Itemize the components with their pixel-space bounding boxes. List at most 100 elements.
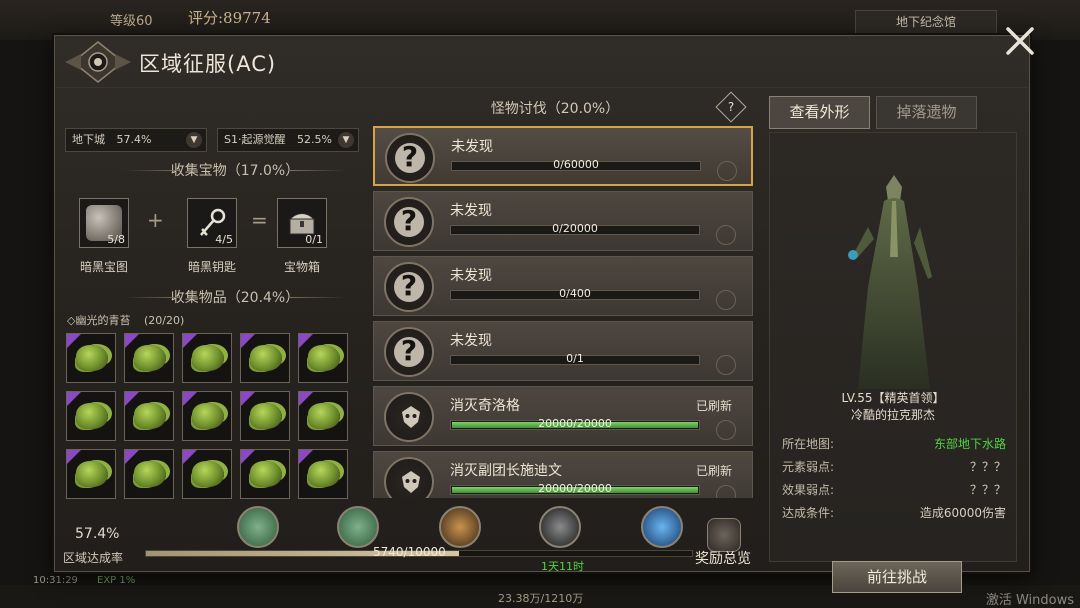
dungeon-select[interactable]: 地下城 57.4% ▼ xyxy=(65,128,207,152)
rarity-marker xyxy=(241,450,255,464)
milestone-reward-3-icon[interactable] xyxy=(439,506,481,548)
monster-row[interactable]: 消灭副团长施迪文 已刷新 20000/20000 xyxy=(373,451,753,498)
collection-item-moss[interactable] xyxy=(182,449,232,499)
milestone-reward-2-icon[interactable] xyxy=(337,506,379,548)
collection-item-moss[interactable] xyxy=(298,449,348,499)
collection-item-moss[interactable] xyxy=(240,391,290,441)
tab-drops[interactable]: 掉落遗物 xyxy=(876,96,977,129)
collection-item-moss[interactable] xyxy=(124,333,174,383)
season-select-value: 52.5% xyxy=(296,133,332,146)
collection-item-moss[interactable] xyxy=(298,333,348,383)
track-radio[interactable] xyxy=(716,485,736,498)
refresh-status: 已刷新 xyxy=(696,399,733,413)
monster-row[interactable]: ? 未发现 0/400 xyxy=(373,256,753,316)
item-group-name: ◇幽光的青苔 xyxy=(67,314,131,327)
treasure-count: 0/1 xyxy=(305,233,323,246)
milestone-reward-5-icon[interactable] xyxy=(641,506,683,548)
rarity-marker xyxy=(183,450,197,464)
treasure-slot-key[interactable]: 4/5 xyxy=(187,198,237,248)
close-icon[interactable] xyxy=(1003,24,1037,58)
area-rate-value: 57.4% xyxy=(75,526,120,542)
rarity-marker xyxy=(299,392,313,406)
rarity-marker xyxy=(241,334,255,348)
track-radio[interactable] xyxy=(716,225,736,245)
milestone-reward-1-icon[interactable] xyxy=(237,506,279,548)
glowing-moss-icon xyxy=(308,345,340,371)
hunt-progress-text: 0/20000 xyxy=(552,222,598,235)
collection-item-moss[interactable] xyxy=(66,333,116,383)
collection-item-moss[interactable] xyxy=(66,449,116,499)
capacity-text: 23.38万/1210万 xyxy=(498,592,584,605)
rarity-marker xyxy=(299,334,313,348)
monster-row[interactable]: ? 未发现 0/60000 xyxy=(373,126,753,186)
question-mark-icon: ? xyxy=(400,334,418,367)
hunt-progress-text: 0/400 xyxy=(559,287,591,300)
treasure-count: 4/5 xyxy=(215,233,233,246)
refresh-status: 已刷新 xyxy=(696,464,733,478)
collection-item-moss[interactable] xyxy=(66,391,116,441)
season-select[interactable]: S1·起源觉醒 52.5% ▼ xyxy=(217,128,359,152)
collection-item-moss[interactable] xyxy=(124,391,174,441)
glowing-moss-icon xyxy=(134,345,166,371)
treasure-slot-chest[interactable]: 0/1 xyxy=(277,198,327,248)
chevron-down-icon: ▼ xyxy=(338,132,354,148)
glowing-moss-icon xyxy=(134,461,166,487)
track-radio[interactable] xyxy=(716,355,736,375)
collection-item-moss[interactable] xyxy=(182,391,232,441)
boss-preview-panel: LV.55【精英首领】 冷酷的拉克那杰 所在地图: 东部地下水路 元素弱点: ？… xyxy=(769,132,1017,593)
info-row-effect-weakness: 效果弱点: ？？？ xyxy=(782,481,1010,499)
item-group-heading: ◇幽光的青苔 (20/20) xyxy=(67,312,184,328)
track-radio[interactable] xyxy=(716,290,736,310)
monster-name: 未发现 xyxy=(450,268,492,284)
player-score: 评分:89774 xyxy=(188,9,271,27)
milestone-reward-4-icon[interactable] xyxy=(539,506,581,548)
collection-item-moss[interactable] xyxy=(240,449,290,499)
boss-name: 冷酷的拉克那杰 xyxy=(850,408,935,422)
info-row-map: 所在地图: 东部地下水路 xyxy=(782,435,1010,453)
monster-name: 未发现 xyxy=(450,333,492,349)
page-title: 区域征服(AC) xyxy=(139,52,277,76)
info-value: ？？？ xyxy=(969,460,1006,474)
track-radio[interactable] xyxy=(717,161,737,181)
activate-windows-watermark: 激活 Windows xyxy=(985,593,1074,608)
reward-overview-icon[interactable] xyxy=(707,518,741,552)
treasure-name: 宝物箱 xyxy=(283,260,320,274)
hunt-progress-bar: 20000/20000 xyxy=(450,417,700,430)
hunt-progress-bar: 0/400 xyxy=(450,287,700,300)
treasure-name: 暗黑宝图 xyxy=(79,260,128,274)
info-label: 达成条件: xyxy=(782,506,835,520)
rarity-marker xyxy=(67,450,81,464)
info-row-element-weakness: 元素弱点: ？？？ xyxy=(782,458,1010,476)
items-heading-text: 收集物品（20.4%） xyxy=(170,290,300,306)
track-radio[interactable] xyxy=(716,420,736,440)
emblem-icon xyxy=(65,41,131,83)
boss-emblem-icon xyxy=(384,392,434,442)
collection-item-moss[interactable] xyxy=(298,391,348,441)
countdown-timer: 1天11时 xyxy=(541,560,584,573)
collection-item-moss[interactable] xyxy=(182,333,232,383)
hunt-progress-text: 20000/20000 xyxy=(538,482,612,495)
hunt-progress-text: 0/1 xyxy=(566,352,584,365)
title-bar: 区域征服(AC) xyxy=(55,27,1034,88)
tab-appearance[interactable]: 查看外形 xyxy=(769,96,870,129)
collection-item-moss[interactable] xyxy=(124,449,174,499)
treasure-name: 暗黑钥匙 xyxy=(187,260,236,274)
collection-item-moss[interactable] xyxy=(240,333,290,383)
hunt-progress-bar: 20000/20000 xyxy=(450,482,700,495)
player-level: 等级60 xyxy=(110,14,153,29)
monster-row[interactable]: ? 未发现 0/1 xyxy=(373,321,753,381)
glowing-moss-icon xyxy=(192,461,224,487)
rarity-marker xyxy=(125,392,139,406)
info-value: 东部地下水路 xyxy=(933,437,1006,451)
rarity-marker xyxy=(125,450,139,464)
area-conquest-panel: 区域征服(AC) 地下城 57.4% ▼ S1·起源觉醒 52.5% ▼ 收集宝… xyxy=(54,27,1034,593)
monster-row[interactable]: ? 未发现 0/20000 xyxy=(373,191,753,251)
go-challenge-button[interactable]: 前往挑战 xyxy=(832,561,962,593)
treasure-slot-map[interactable]: 5/8 xyxy=(79,198,129,248)
reward-overview-button[interactable]: 奖励总览 xyxy=(695,548,751,568)
question-mark-icon: ? xyxy=(400,204,418,237)
monster-row[interactable]: 消灭奇洛格 已刷新 20000/20000 xyxy=(373,386,753,446)
area-progress-text: 5740/10000 xyxy=(373,545,446,559)
help-button[interactable]: ? xyxy=(715,91,747,123)
clock: 10:31:29 xyxy=(33,575,78,586)
